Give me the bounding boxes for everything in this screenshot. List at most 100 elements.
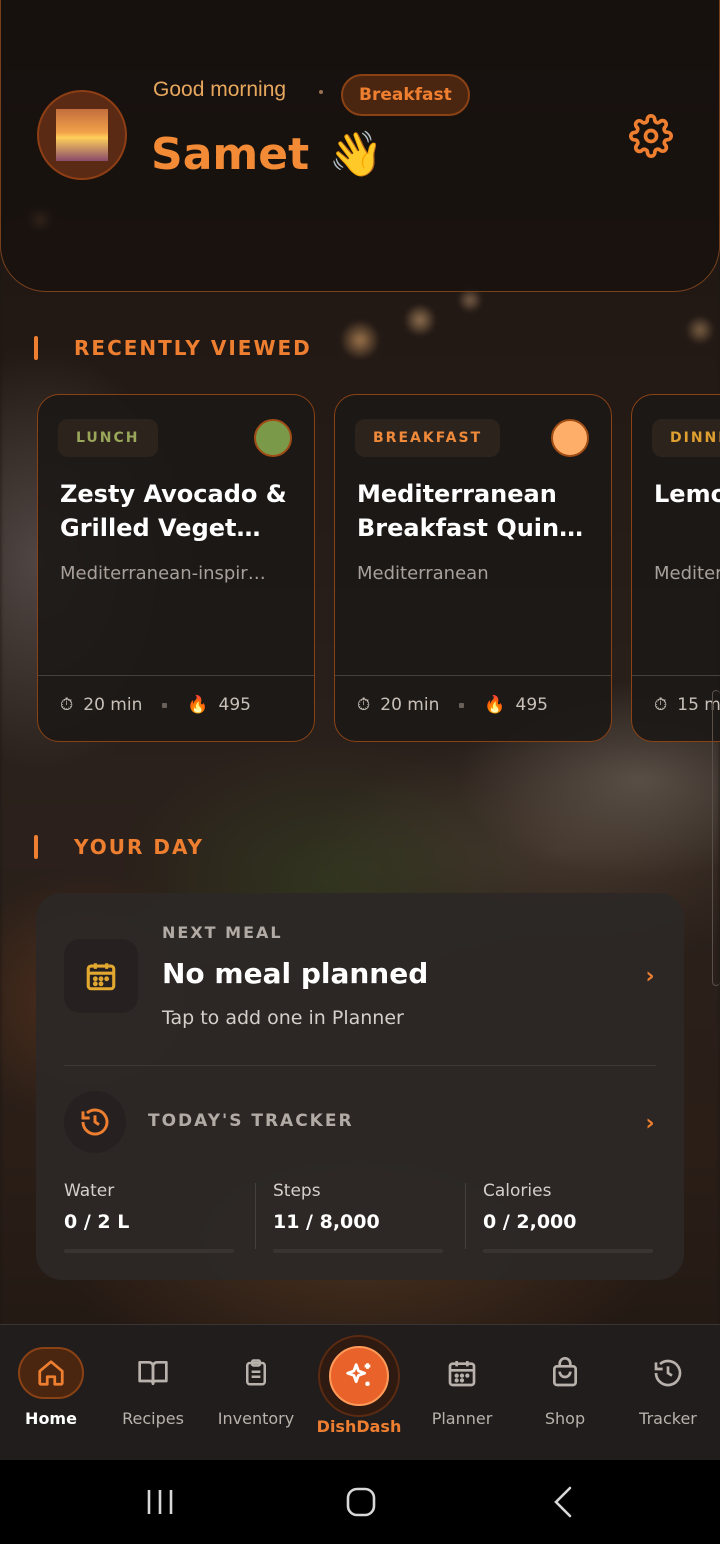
home-button-icon[interactable] <box>341 1482 381 1522</box>
dishdash-button[interactable] <box>318 1335 400 1417</box>
next-meal-subtitle: Tap to add one in Planner <box>162 1007 404 1029</box>
fire-icon: 🔥 <box>187 695 209 715</box>
calendar-icon <box>86 963 116 991</box>
meal-type-badge: DINNER <box>652 419 720 457</box>
avatar-image <box>56 109 108 161</box>
chevron-right-icon[interactable]: › <box>639 1111 661 1136</box>
greeting-text: Good morning <box>153 78 287 101</box>
category-dot <box>551 419 589 457</box>
water-stat: Water 0 / 2 L <box>64 1181 244 1253</box>
shopping-bag-icon <box>532 1347 598 1399</box>
recipe-meta: ⏱ 20 min 🔥 495 <box>357 695 548 715</box>
steps-stat: Steps 11 / 8,000 <box>273 1181 453 1253</box>
stat-separator <box>465 1183 466 1249</box>
card-divider <box>38 675 314 676</box>
meta-separator <box>459 702 465 708</box>
nav-label: Home <box>25 1409 77 1428</box>
nav-item-tracker[interactable]: Tracker <box>618 1347 718 1428</box>
recipe-title: Zesty Avocado & Grilled Veget… <box>60 480 287 542</box>
history-icon <box>81 1108 109 1136</box>
recent-cards-carousel[interactable]: LUNCH Zesty Avocado & Grilled Veget… Med… <box>0 394 720 744</box>
bottom-nav: Home Recipes Inventory DishDash Planner … <box>0 1324 720 1460</box>
your-day-title: YOUR DAY <box>74 835 205 859</box>
recipe-calories: 495 <box>515 695 548 715</box>
header: Good morning Breakfast Samet 👋 <box>0 0 720 292</box>
stat-label: Calories <box>483 1181 552 1201</box>
clipboard-icon <box>223 1347 289 1399</box>
category-dot <box>254 419 292 457</box>
meta-separator <box>162 702 168 708</box>
recipe-subtitle: Mediterranean-inspir… <box>60 563 266 584</box>
tracker-label: TODAY'S TRACKER <box>148 1111 354 1131</box>
day-divider <box>64 1065 656 1066</box>
calories-stat: Calories 0 / 2,000 <box>483 1181 663 1253</box>
recipe-subtitle: Mediterranean <box>357 563 489 584</box>
recipe-title: Mediterranean Breakfast Quin… <box>357 480 584 542</box>
recipe-subtitle: Mediterranean <box>654 563 720 584</box>
user-name-text: Samet <box>151 129 310 180</box>
user-name: Samet 👋 <box>151 128 383 180</box>
scroll-edge-hint <box>712 690 720 986</box>
book-icon <box>120 1347 186 1399</box>
avatar[interactable] <box>37 90 127 180</box>
your-day-heading: YOUR DAY <box>34 833 204 861</box>
fire-icon: 🔥 <box>484 695 506 715</box>
your-day-card: NEXT MEAL No meal planned Tap to add one… <box>36 893 684 1280</box>
stat-progress-bar <box>273 1249 443 1253</box>
recipe-card[interactable]: BREAKFAST Mediterranean Breakfast Quin… … <box>334 394 612 742</box>
sparkle-icon <box>329 1346 389 1406</box>
nav-item-recipes[interactable]: Recipes <box>103 1347 203 1428</box>
nav-label: Shop <box>544 1409 586 1428</box>
nav-label: Inventory <box>217 1409 295 1428</box>
wave-icon: 👋 <box>328 129 384 180</box>
nav-label: Planner <box>431 1409 493 1428</box>
recently-viewed-title: RECENTLY VIEWED <box>74 336 312 360</box>
timer-icon: ⏱ <box>60 695 74 715</box>
recipe-meta: ⏱ 15 min <box>654 695 720 715</box>
back-icon[interactable] <box>544 1482 584 1522</box>
system-nav-bar <box>0 1460 720 1544</box>
nav-item-planner[interactable]: Planner <box>412 1347 512 1428</box>
timer-icon: ⏱ <box>357 695 371 715</box>
recipe-card[interactable]: DINNER Lemon Baked Mediterranean ⏱ 15 mi… <box>631 394 720 742</box>
nav-item-home[interactable]: Home <box>1 1347 101 1428</box>
history-icon <box>635 1347 701 1399</box>
next-meal-label: NEXT MEAL <box>162 923 283 942</box>
recipe-time: 20 min <box>83 695 143 715</box>
stat-separator <box>255 1183 256 1249</box>
stat-value: 0 / 2 L <box>64 1211 130 1233</box>
recent-apps-icon[interactable] <box>140 1482 180 1522</box>
section-accent-bar <box>34 336 38 360</box>
gear-icon[interactable] <box>629 114 673 158</box>
stat-label: Water <box>64 1181 115 1201</box>
recipe-calories: 495 <box>218 695 251 715</box>
stat-progress-bar <box>483 1249 653 1253</box>
separator-dot <box>319 90 323 94</box>
card-divider <box>335 675 611 676</box>
next-meal-title: No meal planned <box>162 957 429 990</box>
meal-type-badge: LUNCH <box>58 419 158 457</box>
card-divider <box>632 675 720 676</box>
home-icon <box>18 1347 84 1399</box>
stat-value: 0 / 2,000 <box>483 1211 577 1233</box>
section-accent-bar <box>34 835 38 859</box>
nav-label: Recipes <box>122 1409 184 1428</box>
recently-viewed-heading: RECENTLY VIEWED <box>34 334 312 362</box>
history-icon-box <box>64 1091 126 1153</box>
dishdash-label: DishDash <box>316 1417 402 1436</box>
recipe-card[interactable]: LUNCH Zesty Avocado & Grilled Veget… Med… <box>37 394 315 742</box>
recipe-time: 20 min <box>380 695 440 715</box>
stat-value: 11 / 8,000 <box>273 1211 380 1233</box>
nav-item-inventory[interactable]: Inventory <box>206 1347 306 1428</box>
chevron-right-icon[interactable]: › <box>639 964 661 989</box>
stat-progress-bar <box>64 1249 234 1253</box>
recipe-title: Lemon Baked <box>654 480 720 508</box>
calendar-icon <box>429 1347 495 1399</box>
stat-label: Steps <box>273 1181 321 1201</box>
recipe-meta: ⏱ 20 min 🔥 495 <box>60 695 251 715</box>
timer-icon: ⏱ <box>654 695 668 715</box>
meal-type-badge: BREAKFAST <box>355 419 501 457</box>
meal-badge: Breakfast <box>341 74 470 116</box>
calendar-icon-box <box>64 939 138 1013</box>
nav-item-shop[interactable]: Shop <box>515 1347 615 1428</box>
